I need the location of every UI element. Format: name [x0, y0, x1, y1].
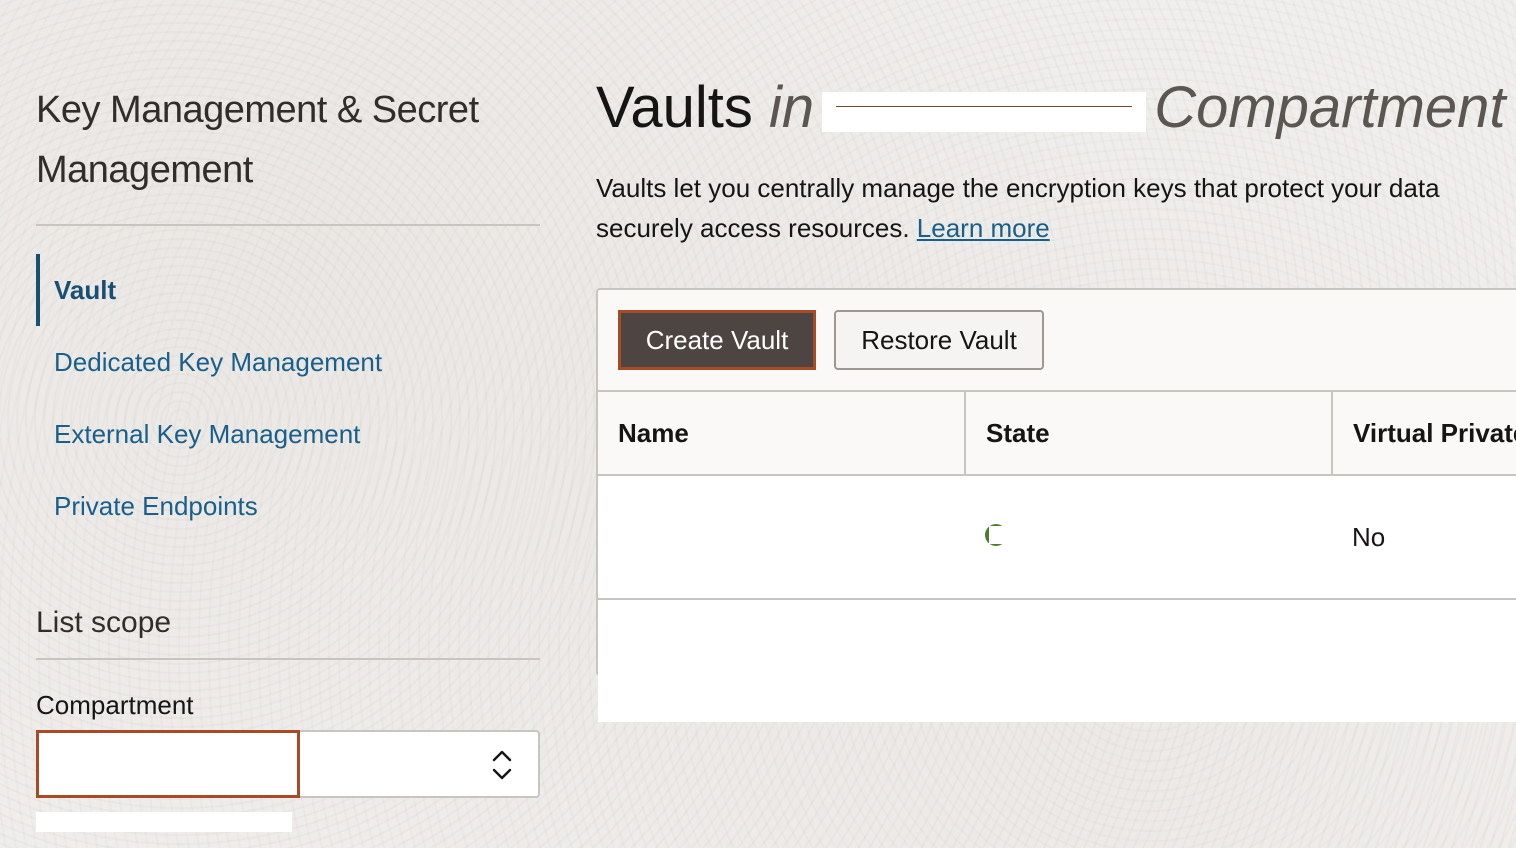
vault-state-cell	[965, 475, 1332, 600]
page-description: Vaults let you centrally manage the encr…	[596, 168, 1516, 248]
table-empty-row	[598, 599, 1516, 722]
vault-name-cell[interactable]	[598, 475, 965, 600]
description-line-1: Vaults let you centrally manage the encr…	[596, 173, 1440, 203]
description-line-2: securely access resources. Learn more	[596, 208, 1516, 248]
virtual-private-cell: No	[1332, 475, 1516, 600]
sidebar-divider	[36, 224, 540, 226]
vault-name-redacted	[606, 527, 730, 546]
table-header-row: Name State Virtual Private	[598, 392, 1516, 476]
create-vault-button[interactable]: Create Vault	[618, 310, 816, 370]
compartment-select-value-redacted	[52, 748, 220, 780]
table-footer-space	[598, 599, 1516, 722]
sidebar-item-private-endpoints[interactable]: Private Endpoints	[36, 470, 540, 542]
list-scope-divider	[36, 658, 540, 660]
column-header-virtual-private[interactable]: Virtual Private	[1332, 392, 1516, 476]
list-scope-title: List scope	[36, 606, 172, 639]
learn-more-link[interactable]: Learn more	[917, 213, 1050, 243]
chevron-up-down-icon	[490, 746, 514, 784]
compartment-name-redacted	[822, 91, 1147, 132]
sidebar: Key Management & Secret Management Vault…	[36, 80, 540, 542]
compartment-path-redacted	[36, 812, 292, 832]
sidebar-title: Key Management & Secret Management	[36, 89, 479, 191]
description-line-2-text: securely access resources.	[596, 213, 910, 243]
vaults-table: Name State Virtual Private No	[598, 392, 1516, 722]
compartment-select[interactable]	[36, 730, 540, 798]
compartment-label: Compartment	[36, 690, 194, 720]
table-toolbar: Create Vault Restore Vault	[598, 290, 1516, 392]
sidebar-item-dedicated-key-management[interactable]: Dedicated Key Management	[36, 326, 540, 398]
page-title-prefix: Vaults	[596, 75, 753, 140]
vaults-table-panel: Create Vault Restore Vault Name State Vi…	[596, 288, 1516, 722]
vault-state-redacted	[989, 525, 1109, 544]
main-content: Vaults in Compartment Vaults let you cent…	[596, 70, 1516, 722]
column-header-state[interactable]: State	[965, 392, 1333, 476]
table-row: No	[598, 475, 1516, 600]
restore-vault-button[interactable]: Restore Vault	[834, 310, 1044, 370]
page-title: Vaults in Compartment	[596, 70, 1516, 146]
page-title-suffix: Compartment	[1154, 75, 1506, 140]
page-title-in: in	[769, 75, 815, 140]
sidebar-nav: Vault Dedicated Key Management External …	[36, 254, 540, 542]
sidebar-item-vault[interactable]: Vault	[36, 254, 540, 326]
list-scope: List scope Compartment	[36, 598, 540, 832]
sidebar-item-external-key-management[interactable]: External Key Management	[36, 398, 540, 470]
column-header-name[interactable]: Name	[598, 392, 966, 476]
